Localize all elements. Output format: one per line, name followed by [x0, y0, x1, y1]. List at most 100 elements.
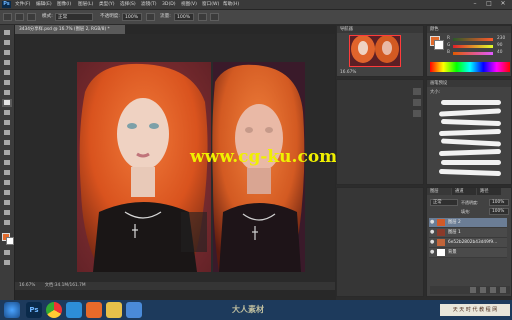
opacity-input[interactable]: 100% [122, 13, 142, 21]
document-canvas[interactable] [77, 62, 305, 272]
pen-tool-icon[interactable] [2, 169, 12, 177]
slider-g-value[interactable]: 90 [497, 43, 502, 48]
brush-tool-preset-icon[interactable] [3, 13, 12, 21]
new-group-icon[interactable] [480, 287, 486, 293]
history-brush-tool-icon[interactable] [2, 119, 12, 127]
channels-tab[interactable]: 通道 [452, 188, 476, 195]
clone-stamp-tool-icon[interactable] [2, 109, 12, 117]
visibility-eye-icon[interactable]: ● [430, 249, 435, 256]
menu-filter[interactable]: 滤镜(T) [141, 1, 157, 8]
properties-panel-icon[interactable] [413, 110, 421, 117]
brush-preset-8[interactable] [438, 168, 502, 177]
menu-select[interactable]: 选择(S) [120, 1, 136, 8]
pressure-size-icon[interactable] [210, 13, 219, 21]
airbrush-icon[interactable] [198, 13, 207, 21]
link-layers-icon[interactable] [470, 287, 476, 293]
close-button[interactable]: ✕ [496, 0, 510, 8]
brush-size-picker-icon[interactable] [15, 13, 24, 21]
visibility-eye-icon[interactable]: ● [430, 229, 435, 236]
shape-tool-icon[interactable] [2, 199, 12, 207]
new-layer-icon[interactable] [490, 287, 496, 293]
menu-image[interactable]: 图像(I) [57, 1, 71, 8]
screen-mode-icon[interactable] [2, 259, 12, 267]
media-icon[interactable] [86, 302, 102, 318]
navigator-zoom[interactable]: 16.67% [340, 70, 356, 75]
brush-preset-1[interactable] [441, 100, 501, 105]
maximize-button[interactable]: □ [482, 0, 496, 8]
flow-input[interactable]: 100% [174, 13, 194, 21]
slider-b-track[interactable] [453, 52, 493, 55]
paths-tab[interactable]: 路径 [477, 188, 501, 195]
explorer-icon[interactable] [66, 302, 82, 318]
mode-select[interactable]: 正常 [55, 13, 93, 21]
actions-panel-icon[interactable] [413, 99, 421, 106]
menu-layer[interactable]: 图层(L) [78, 1, 93, 8]
quick-mask-icon[interactable] [2, 249, 12, 257]
mail-icon[interactable] [126, 302, 142, 318]
status-doc-size[interactable]: 文档:34.1M/161.7M [45, 283, 86, 288]
brush-preset-2[interactable] [438, 108, 502, 117]
brush-preset-3[interactable] [440, 118, 502, 127]
layers-tab[interactable]: 图层 [427, 188, 451, 195]
visibility-eye-icon[interactable]: ● [430, 219, 435, 226]
menu-file[interactable]: 文件(F) [15, 1, 30, 8]
color-spectrum-bar[interactable] [430, 62, 510, 72]
brush-presets-tab[interactable]: 画笔预设 [427, 80, 511, 87]
layer-opacity-input[interactable]: 100% [489, 199, 509, 206]
slider-b-value[interactable]: 40 [497, 50, 502, 55]
navigator-thumbnail[interactable] [349, 35, 401, 67]
pressure-opacity-icon[interactable] [146, 13, 155, 21]
color-tab[interactable]: 颜色 [427, 26, 511, 33]
slider-r-track[interactable] [453, 38, 493, 41]
panel-background-swatch[interactable] [434, 40, 444, 50]
zoom-tool-icon[interactable] [2, 219, 12, 227]
blur-tool-icon[interactable] [2, 149, 12, 157]
dodge-tool-icon[interactable] [2, 159, 12, 167]
healing-brush-tool-icon[interactable] [2, 89, 12, 97]
menu-type[interactable]: 类型(Y) [99, 1, 115, 8]
folder-icon[interactable] [106, 302, 122, 318]
layer-row[interactable]: ● 背景 [429, 248, 507, 258]
brush-preset-6[interactable] [438, 148, 502, 157]
brush-preset-5[interactable] [440, 138, 502, 147]
marquee-tool-icon[interactable] [2, 39, 12, 47]
ps-app-icon[interactable]: Ps [26, 302, 42, 318]
layer-row[interactable]: ● 图层 1 [429, 228, 507, 238]
chrome-icon[interactable] [46, 302, 62, 318]
canvas-area[interactable]: www.cg-ku.com [15, 34, 337, 284]
hand-tool-icon[interactable] [2, 209, 12, 217]
document-tab[interactable]: 3434分享样.psd @ 16.7% (图层 2, RGB/8) * [15, 25, 125, 34]
windows-start-icon[interactable] [4, 302, 20, 318]
brush-panel-toggle-icon[interactable] [27, 13, 36, 21]
slider-g-track[interactable] [453, 45, 493, 48]
background-color-swatch[interactable] [6, 237, 14, 245]
gradient-tool-icon[interactable] [2, 139, 12, 147]
menu-view[interactable]: 视图(V) [181, 1, 197, 8]
brush-preset-4[interactable] [438, 128, 502, 137]
visibility-eye-icon[interactable]: ● [430, 239, 435, 246]
layer-fill-input[interactable]: 100% [489, 208, 509, 215]
quick-select-tool-icon[interactable] [2, 59, 12, 67]
menu-window[interactable]: 窗口(W) [202, 1, 219, 8]
eyedropper-tool-icon[interactable] [2, 79, 12, 87]
status-zoom[interactable]: 16.67% [19, 283, 35, 288]
layer-row[interactable]: ● 图层 2 [429, 218, 507, 228]
menu-help[interactable]: 帮助(H) [223, 1, 239, 8]
delete-layer-icon[interactable] [500, 287, 506, 293]
eraser-tool-icon[interactable] [2, 129, 12, 137]
path-select-tool-icon[interactable] [2, 189, 12, 197]
brush-preset-7[interactable] [441, 160, 501, 165]
brush-tool-icon[interactable] [2, 99, 12, 107]
history-panel-icon[interactable] [413, 88, 421, 95]
lasso-tool-icon[interactable] [2, 49, 12, 57]
type-tool-icon[interactable] [2, 179, 12, 187]
navigator-tab[interactable]: 导航器 [337, 26, 423, 33]
slider-r-value[interactable]: 230 [497, 36, 505, 41]
menu-3d[interactable]: 3D(D) [162, 1, 176, 8]
menu-edit[interactable]: 编辑(E) [36, 1, 52, 8]
minimize-button[interactable]: – [468, 0, 482, 8]
layer-row[interactable]: ● 6e52b2802b43d49f9... [429, 238, 507, 248]
move-tool-icon[interactable] [2, 29, 12, 37]
layer-blend-mode-select[interactable]: 正常 [430, 199, 458, 206]
crop-tool-icon[interactable] [2, 69, 12, 77]
